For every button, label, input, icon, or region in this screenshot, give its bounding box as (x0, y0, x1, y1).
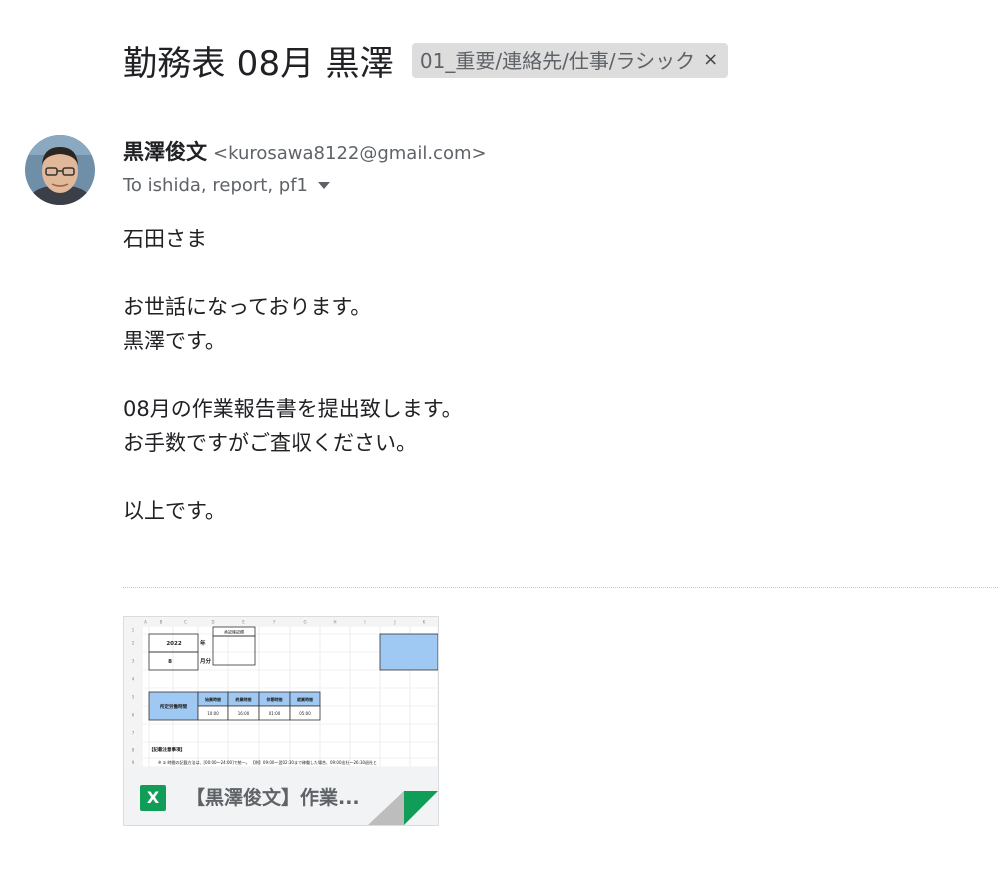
preview-time-text: 05:00 (299, 711, 311, 716)
preview-header-text: 就業時間 (297, 696, 313, 702)
row-number: 9 (132, 760, 135, 765)
column-header: J (393, 620, 395, 625)
row-number: 4 (132, 677, 135, 682)
email-body: 石田さま お世話になっております。 黒澤です。 08月の作業報告書を提出致します… (123, 222, 463, 528)
column-header: I (364, 620, 365, 625)
email-subject: 勤務表 08月 黒澤 (123, 44, 394, 84)
excel-icon: X (140, 785, 166, 811)
body-line: 以上です。 (123, 499, 226, 523)
body-line: 石田さま (123, 227, 207, 251)
column-header: C (184, 620, 187, 625)
preview-time-text: 01:00 (269, 711, 281, 716)
attachment-preview: ABCDEFGHIJK 123456789 2022 8 年 月分 承認確認欄 … (124, 617, 438, 767)
column-header: G (303, 620, 306, 625)
preview-note: ※ ① 時間の記載方法は、[00:00～24:00]で統一。 【例】09:00～… (158, 759, 377, 765)
preview-month-label: 月分 (199, 657, 212, 665)
row-number: 8 (132, 748, 135, 753)
page-fold-icon (368, 791, 438, 825)
body-line: お手数ですがご査収ください。 (123, 431, 417, 455)
preview-notes-title: 【記載注意事項】 (149, 746, 185, 753)
avatar[interactable] (25, 135, 95, 205)
preview-year: 2022 (166, 641, 181, 647)
row-number: 7 (132, 731, 135, 736)
column-header: H (333, 620, 336, 625)
row-number: 5 (132, 695, 135, 700)
body-line: 黒澤です。 (123, 329, 226, 353)
body-line: お世話になっております。 (123, 295, 372, 319)
body-line: 08月の作業報告書を提出致します。 (123, 397, 463, 421)
preview-approval-label: 承認確認欄 (224, 629, 244, 635)
attachment-filename: 【黒澤俊文】作業... (186, 787, 360, 809)
divider (123, 587, 998, 588)
label-chip[interactable]: 01_重要/連絡先/仕事/ラシック × (411, 43, 729, 78)
row-number: 3 (132, 659, 135, 664)
row-number: 2 (132, 641, 135, 646)
sender-photo (25, 135, 95, 205)
column-header: A (144, 620, 147, 625)
preview-time-text: 16:00 (238, 711, 250, 716)
preview-header-text: 終業時間 (236, 696, 252, 702)
sender-row: 黒澤俊文 <kurosawa8122@gmail.com> (123, 136, 487, 166)
attachment-card[interactable]: ABCDEFGHIJK 123456789 2022 8 年 月分 承認確認欄 … (123, 616, 439, 826)
close-icon[interactable]: × (703, 49, 718, 70)
preview-month: 8 (168, 659, 172, 665)
preview-header-text: 始業時間 (205, 696, 221, 702)
sender-email: <kurosawa8122@gmail.com> (213, 143, 487, 164)
row-number: 6 (132, 713, 135, 718)
column-header: B (160, 620, 163, 625)
row-number: 1 (132, 628, 135, 633)
attachment-footer: X 【黒澤俊文】作業... (124, 767, 438, 825)
column-header: D (211, 620, 214, 625)
label-chip-text: 01_重要/連絡先/仕事/ラシック (419, 49, 696, 73)
preview-header-text: 休憩時間 (266, 696, 283, 702)
recipients-row: To ishida, report, pf1 (123, 175, 330, 196)
preview-work-hours-label: 所定労働時間 (160, 703, 187, 710)
preview-year-label: 年 (200, 639, 206, 647)
chevron-down-icon[interactable] (318, 182, 330, 189)
column-header: K (423, 620, 426, 625)
preview-time-text: 10:00 (207, 711, 219, 716)
recipients-text: To ishida, report, pf1 (123, 175, 308, 196)
sender-name[interactable]: 黒澤俊文 (123, 136, 207, 166)
subject-row: 勤務表 08月 黒澤 01_重要/連絡先/仕事/ラシック × (123, 36, 729, 85)
